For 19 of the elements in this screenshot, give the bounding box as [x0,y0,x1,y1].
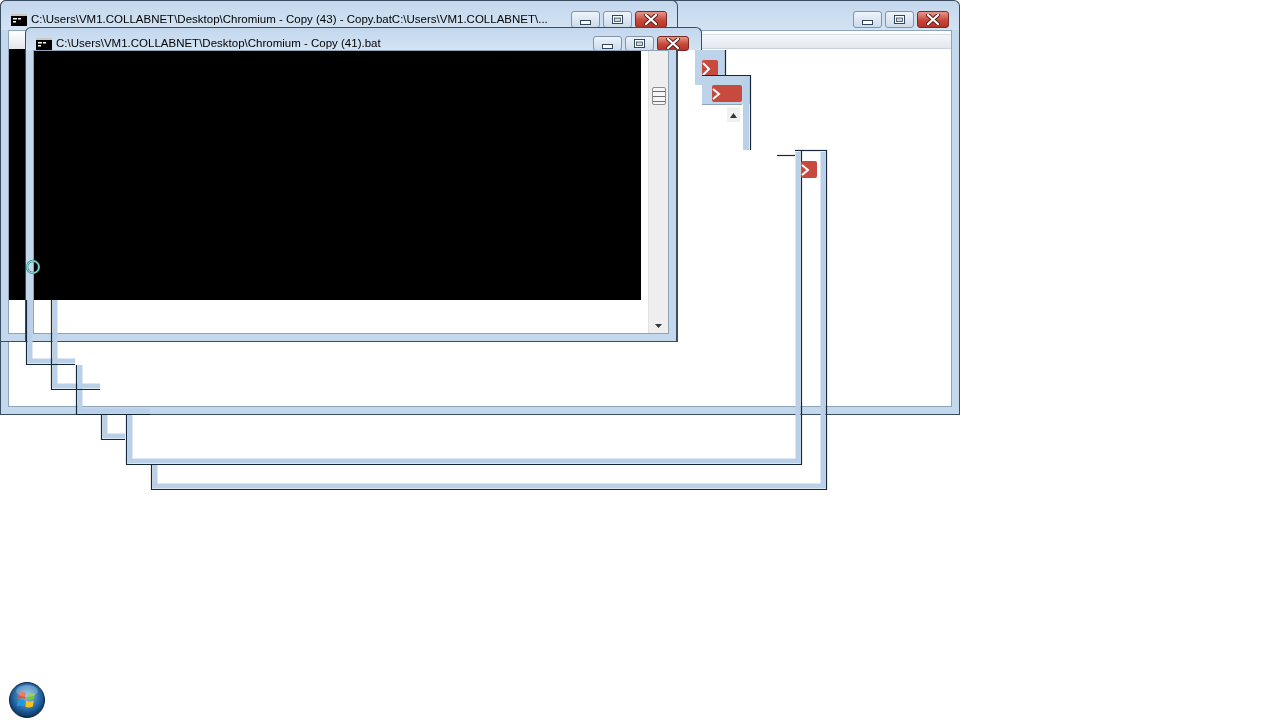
close-icon [644,14,658,25]
minimize-icon [580,19,591,25]
start-button[interactable] [9,682,45,718]
minimize-button[interactable] [853,11,882,28]
scroll-down-icon[interactable] [655,324,662,328]
window-title: C:\Users\VM1.COLLABNET\Desktop\Chromium - Copy (41).bat [56,36,381,51]
minimize-icon [862,19,873,25]
busy-cursor-icon [25,259,41,275]
console-icon [11,13,27,26]
maximize-button[interactable] [885,11,914,28]
maximize-icon [612,15,623,24]
close-button[interactable] [917,11,949,28]
maximize-icon [634,39,645,48]
close-icon [926,14,940,25]
window-title: C:\Users\VM1.COLLABNET\Desktop\Chromium - Copy (43) - Copy.batC:\Users\VM1.COLLABNET\... [31,12,548,27]
scrollbar[interactable] [648,51,668,333]
scrollbar-thumb[interactable] [651,87,666,105]
close-button[interactable] [657,36,689,51]
maximize-icon [894,15,905,24]
